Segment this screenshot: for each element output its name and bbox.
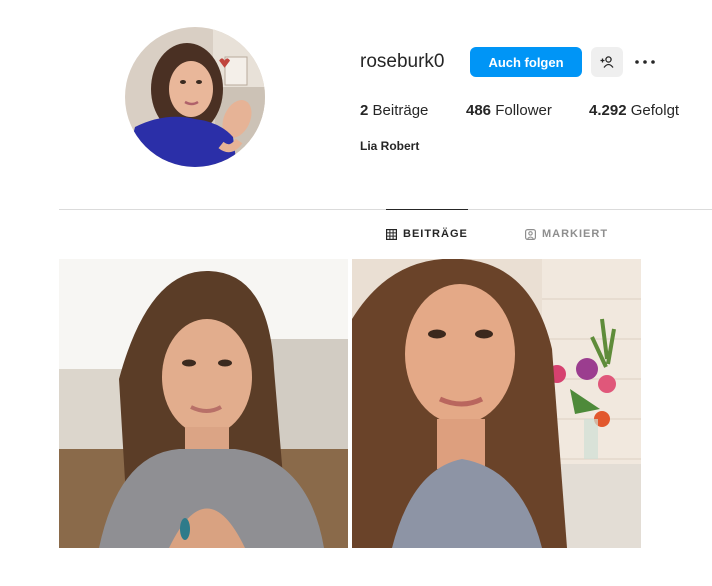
tag-portrait-icon [525, 228, 536, 240]
following-label: Gefolgt [630, 102, 680, 119]
tab-tagged-label: MARKIERT [542, 228, 609, 240]
post-photo [59, 259, 348, 548]
more-options-button[interactable] [632, 50, 658, 74]
post-thumbnail[interactable] [59, 259, 348, 548]
tab-posts-label: BEITRÄGE [403, 228, 468, 240]
avatar-photo [125, 27, 265, 167]
suggested-accounts-button[interactable] [591, 47, 623, 77]
more-options-icon [635, 60, 655, 64]
tab-posts[interactable]: BEITRÄGE [386, 209, 468, 258]
posts-count: 2 [360, 102, 369, 119]
profile-avatar[interactable] [125, 27, 265, 167]
follow-button[interactable]: Auch folgen [470, 47, 582, 77]
followers-count: 486 [466, 102, 492, 119]
post-photo [352, 259, 641, 548]
tab-tagged[interactable]: MARKIERT [525, 210, 608, 258]
posts-label: Beiträge [372, 102, 429, 119]
stat-following[interactable]: 4.292 Gefolgt [589, 102, 679, 120]
stat-followers[interactable]: 486 Follower [466, 102, 552, 120]
add-person-icon [600, 56, 614, 68]
profile-full-name: Lia Robert [360, 139, 420, 153]
stat-posts: 2 Beiträge [360, 102, 428, 120]
grid-icon [386, 228, 397, 240]
profile-username: roseburk0 [360, 51, 445, 72]
post-thumbnail[interactable] [352, 259, 641, 548]
following-count: 4.292 [589, 102, 627, 119]
followers-label: Follower [495, 102, 552, 119]
profile-page: roseburk0 Auch folgen 2 Beiträge 486 Fol… [0, 0, 712, 586]
